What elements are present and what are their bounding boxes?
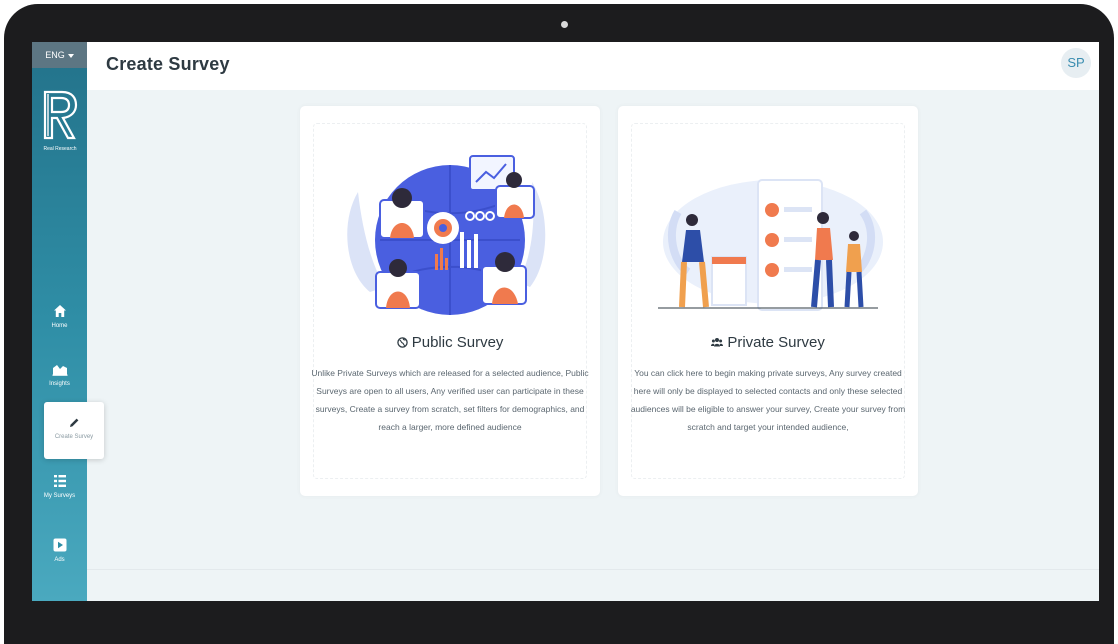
sidebar-item-label: Create Survey: [54, 434, 94, 440]
sidebar-item-label: Home: [51, 323, 68, 329]
private-survey-illustration: [658, 179, 883, 311]
home-icon: [32, 304, 87, 322]
play-icon: [32, 538, 87, 556]
sidebar-item-label: Insights: [49, 381, 70, 387]
public-survey-title: Public Survey: [300, 334, 600, 351]
logo-name: Real Research: [43, 146, 77, 152]
globe-icon: [396, 334, 412, 351]
sidebar-item-home[interactable]: Home: [32, 304, 87, 329]
sidebar: ENG Real Research Home Insights Create S…: [32, 42, 104, 601]
logo-mark-icon: [43, 90, 78, 140]
public-survey-title-text: Public Survey: [411, 334, 504, 351]
users-icon: [711, 334, 727, 351]
sidebar-item-ads[interactable]: Ads: [32, 538, 87, 563]
sidebar-item-insights[interactable]: Insights: [32, 362, 87, 387]
private-survey-description: You can click here to begin making priva…: [630, 368, 906, 432]
public-survey-description: Unlike Private Surveys which are release…: [311, 368, 589, 432]
private-survey-title-text: Private Survey: [727, 334, 825, 351]
logo: Real Research: [40, 90, 80, 152]
app-screen: ENG Real Research Home Insights Create S…: [32, 42, 1099, 601]
pencil-icon: [44, 416, 104, 434]
public-survey-card[interactable]: Public Survey Unlike Private Surveys whi…: [300, 106, 600, 496]
sidebar-item-label: Ads: [54, 557, 65, 563]
sidebar-item-create-survey[interactable]: Create Survey: [44, 402, 104, 459]
language-selector[interactable]: ENG: [32, 42, 87, 68]
caret-down-icon: [67, 53, 74, 58]
divider: [87, 569, 1099, 570]
avatar[interactable]: SP: [1061, 48, 1091, 78]
private-survey-title: Private Survey: [618, 334, 918, 351]
camera-dot: [561, 21, 568, 28]
sidebar-item-label: My Surveys: [43, 493, 76, 499]
public-survey-illustration: [347, 155, 546, 315]
top-bar: Create Survey SP: [87, 42, 1099, 90]
chart-icon: [32, 362, 87, 380]
private-survey-card[interactable]: Private Survey You can click here to beg…: [618, 106, 918, 496]
sidebar-item-my-surveys[interactable]: My Surveys: [32, 474, 87, 499]
page-title: Create Survey: [106, 54, 230, 74]
language-label: ENG: [45, 50, 65, 60]
list-icon: [32, 474, 87, 492]
